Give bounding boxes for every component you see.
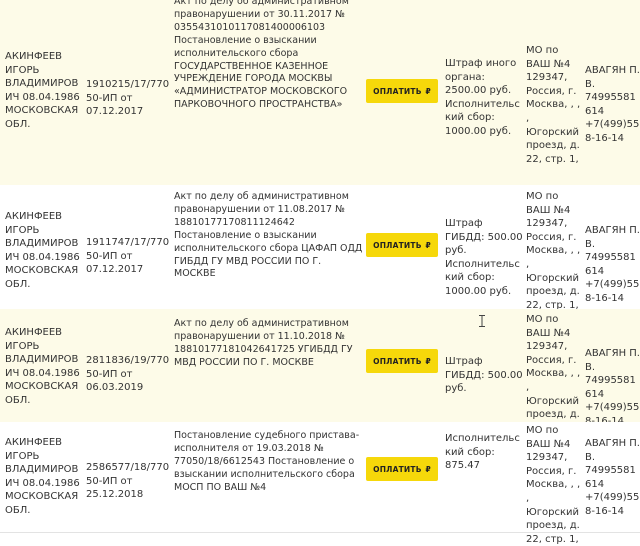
- table-row: АКИНФЕЕВ ИГОРЬ ВЛАДИМИРОВИЧ 08.04.1986 М…: [0, 0, 640, 186]
- debtor-cell: АКИНФЕЕВ ИГОРЬ ВЛАДИМИРОВИЧ 08.04.1986 М…: [5, 327, 80, 406]
- proceeding-number-cell: 1910215/17/77050-ИП от 07.12.2017: [86, 79, 170, 118]
- ruble-icon: ₽: [425, 356, 431, 366]
- bailiff-cell: АВАГЯН П. В. 74995581614 +7(499)558-16-1…: [585, 438, 640, 517]
- department-cell: МО по ВАШ №4 129347, Россия, г. Москва, …: [526, 425, 581, 545]
- pay-button[interactable]: ОПЛАТИТЬ ₽: [366, 457, 438, 481]
- ruble-icon: ₽: [425, 240, 431, 250]
- debts-table: АКИНФЕЕВ ИГОРЬ ВЛАДИМИРОВИЧ 08.04.1986 М…: [0, 0, 640, 545]
- department-cell: МО по ВАШ №4 129347, Россия, г. Москва, …: [526, 45, 581, 165]
- bailiff-cell: АВАГЯН П. В. 74995581614 +7(499)558-16-1…: [585, 348, 640, 427]
- bailiff-cell: АВАГЯН П. В. 74995581614 +7(499)558-16-1…: [585, 225, 640, 304]
- subject-cell: Акт по делу об административном правонар…: [174, 318, 353, 368]
- amount-cell: Штраф иного органа: 2500.00 руб. Исполни…: [445, 58, 520, 137]
- amount-cell: Штраф ГИБДД: 500.00 руб.: [445, 356, 523, 395]
- debtor-cell: АКИНФЕЕВ ИГОРЬ ВЛАДИМИРОВИЧ 08.04.1986 М…: [5, 437, 80, 516]
- table-row: АКИНФЕЕВ ИГОРЬ ВЛАДИМИРОВИЧ 08.04.1986 М…: [0, 309, 640, 434]
- department-cell: МО по ВАШ №4 129347, Россия, г. Москва, …: [526, 191, 581, 311]
- amount-cell: Исполнительский сбор: 875.47: [445, 433, 520, 472]
- amount-cell: Штраф ГИБДД: 500.00 руб. Исполнительский…: [445, 218, 523, 297]
- subject-cell: Акт по делу об административном правонар…: [174, 191, 363, 280]
- text-cursor-icon: [479, 315, 485, 327]
- ruble-icon: ₽: [425, 86, 431, 96]
- table-row: АКИНФЕЕВ ИГОРЬ ВЛАДИМИРОВИЧ 08.04.1986 М…: [0, 422, 640, 545]
- subject-cell: Акт по делу об административном правонар…: [174, 0, 349, 111]
- proceeding-number-cell: 1911747/17/77050-ИП от 07.12.2017: [86, 237, 170, 276]
- subject-cell: Постановление судебного пристава-исполни…: [174, 430, 360, 493]
- proceeding-number-cell: 2586577/18/77050-ИП от 25.12.2018: [86, 462, 170, 501]
- ruble-icon: ₽: [425, 464, 431, 474]
- bailiff-cell: АВАГЯН П. В. 74995581614 +7(499)558-16-1…: [585, 65, 640, 144]
- proceeding-number-cell: 2811836/19/77050-ИП от 06.03.2019: [86, 355, 170, 394]
- pay-button[interactable]: ОПЛАТИТЬ ₽: [366, 79, 438, 103]
- debtor-cell: АКИНФЕЕВ ИГОРЬ ВЛАДИМИРОВИЧ 08.04.1986 М…: [5, 211, 80, 290]
- pay-button[interactable]: ОПЛАТИТЬ ₽: [366, 233, 438, 257]
- table-row: АКИНФЕЕВ ИГОРЬ ВЛАДИМИРОВИЧ 08.04.1986 М…: [0, 185, 640, 311]
- debtor-cell: АКИНФЕЕВ ИГОРЬ ВЛАДИМИРОВИЧ 08.04.1986 М…: [5, 51, 80, 130]
- pay-button[interactable]: ОПЛАТИТЬ ₽: [366, 349, 438, 373]
- department-cell: МО по ВАШ №4 129347, Россия, г. Москва, …: [526, 314, 581, 434]
